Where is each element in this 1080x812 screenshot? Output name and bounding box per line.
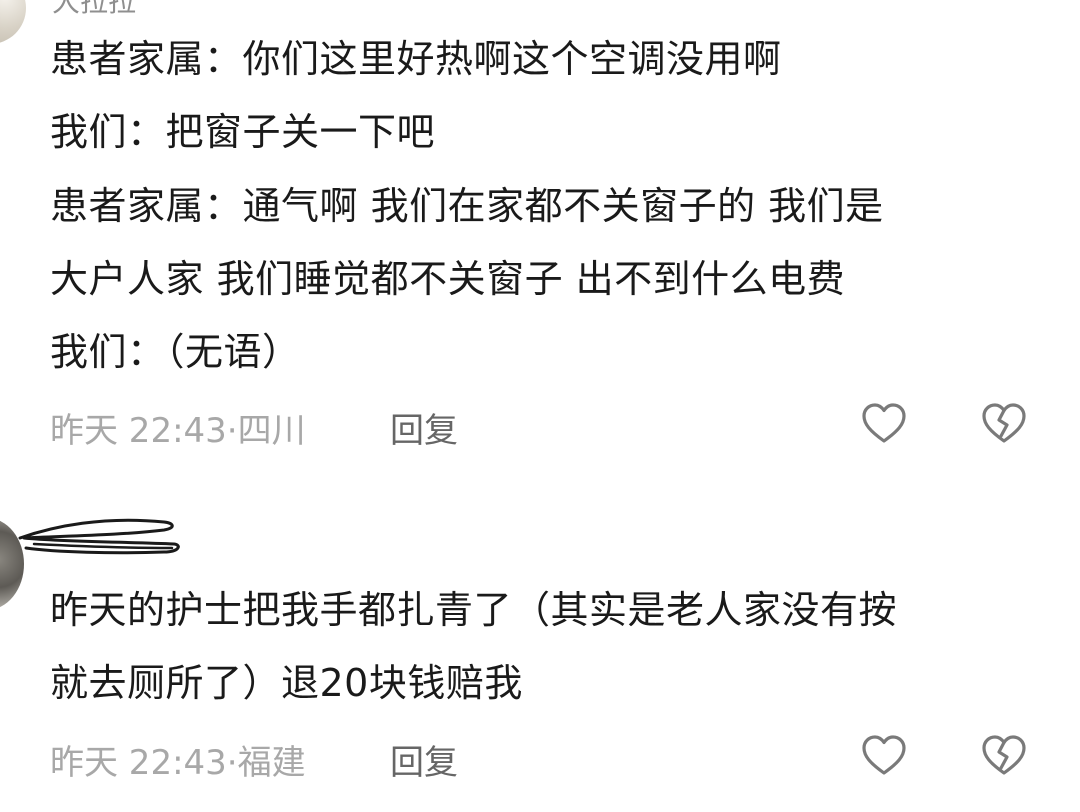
comment-text-line: 大户人家 我们睡觉都不关窗子 出不到什么电费 bbox=[50, 257, 846, 301]
meta-separator: · bbox=[226, 411, 238, 451]
broken-heart-icon[interactable] bbox=[980, 732, 1028, 780]
location: 福建 bbox=[237, 743, 306, 783]
reply-button[interactable]: 回复 bbox=[390, 403, 458, 452]
timestamp: 昨天 22:43 bbox=[50, 411, 227, 451]
timestamp: 昨天 22:43 bbox=[50, 743, 227, 783]
heart-icon[interactable] bbox=[860, 400, 908, 448]
username-scribble bbox=[18, 518, 180, 555]
comment-text-line: 昨天的护士把我手都扎青了（其实是老人家没有按 bbox=[50, 588, 898, 632]
broken-heart-icon[interactable] bbox=[980, 400, 1028, 448]
comment-meta: 昨天 22:43·四川 bbox=[50, 403, 306, 452]
comment-text-line: 我们：（无语） bbox=[50, 330, 301, 374]
location: 四川 bbox=[237, 411, 306, 451]
comment-meta: 昨天 22:43·福建 bbox=[50, 735, 306, 784]
avatar[interactable] bbox=[0, 0, 26, 44]
comment-text-line: 就去厕所了）退20块钱赔我 bbox=[50, 661, 523, 705]
comment-text-line: 患者家属：通气啊 我们在家都不关窗子的 我们是 bbox=[50, 184, 884, 228]
reply-button[interactable]: 回复 bbox=[390, 735, 458, 784]
comment-text-line: 患者家属：你们这里好热啊这个空调没用啊 bbox=[50, 37, 782, 81]
heart-icon[interactable] bbox=[860, 732, 908, 780]
meta-separator: · bbox=[226, 743, 238, 783]
username[interactable]: 大拉拉 bbox=[52, 0, 136, 20]
comment-text-line: 我们：把窗子关一下吧 bbox=[50, 110, 436, 154]
